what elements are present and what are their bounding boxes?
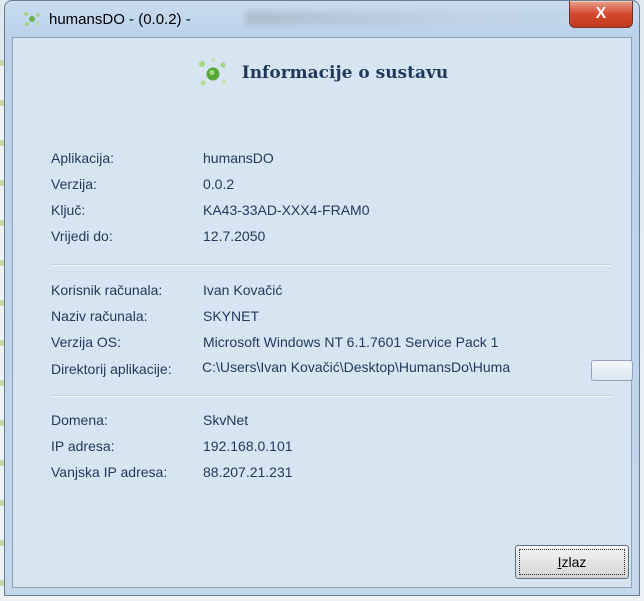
info-value: SkvNet bbox=[203, 412, 249, 428]
dialog-content: Informacije o sustavu Aplikacija: humans… bbox=[12, 37, 633, 588]
window-title: humansDO - (0.0.2) - bbox=[49, 10, 191, 28]
atom-icon bbox=[198, 58, 226, 86]
info-label: Direktorij aplikacije: bbox=[51, 361, 172, 377]
info-value: 192.168.0.101 bbox=[203, 438, 293, 454]
app-directory-field[interactable]: C:\Users\Ivan Kovačić\Desktop\HumansDo\H… bbox=[202, 359, 612, 380]
about-dialog: humansDO - (0.0.2) - X Informacije o sus… bbox=[4, 0, 640, 596]
close-icon: X bbox=[595, 5, 607, 22]
atom-icon bbox=[24, 12, 40, 26]
exit-button[interactable]: Izlaz bbox=[515, 545, 629, 579]
info-value: KA43-33AD-XXX4-FRAM0 bbox=[203, 202, 370, 218]
info-value: SKYNET bbox=[203, 308, 260, 324]
info-label: Verzija OS: bbox=[51, 334, 122, 350]
title-bar[interactable]: humansDO - (0.0.2) - X bbox=[5, 1, 639, 37]
info-row-app-directory: Direktorij aplikacije: C:\Users\Ivan Kov… bbox=[51, 359, 633, 383]
info-label: Aplikacija: bbox=[51, 150, 115, 166]
info-value: Ivan Kovačić bbox=[203, 282, 283, 298]
info-label: Naziv računala: bbox=[51, 308, 148, 324]
info-label: Ključ: bbox=[51, 202, 86, 218]
focus-rectangle bbox=[519, 549, 625, 575]
info-value: 88.207.21.231 bbox=[203, 464, 293, 480]
info-label: Verzija: bbox=[51, 176, 97, 192]
info-label: Vanjska IP adresa: bbox=[51, 464, 168, 480]
open-directory-button[interactable] bbox=[591, 360, 633, 381]
section-divider bbox=[51, 395, 611, 397]
title-blur bbox=[245, 11, 625, 25]
info-value: 0.0.2 bbox=[203, 176, 235, 192]
info-label: Vrijedi do: bbox=[51, 228, 113, 244]
info-value: humansDO bbox=[203, 150, 274, 166]
close-button[interactable]: X bbox=[569, 1, 633, 28]
dialog-title: Informacije o sustavu bbox=[241, 63, 449, 83]
info-label: Korisnik računala: bbox=[51, 282, 163, 298]
dialog-header: Informacije o sustavu bbox=[13, 56, 631, 90]
info-value: 12.7.2050 bbox=[203, 228, 266, 244]
info-value: Microsoft Windows NT 6.1.7601 Service Pa… bbox=[203, 334, 499, 350]
info-label: Domena: bbox=[51, 412, 108, 428]
info-label: IP adresa: bbox=[51, 438, 115, 454]
app-directory-path: C:\Users\Ivan Kovačić\Desktop\HumansDo\H… bbox=[202, 359, 511, 375]
section-divider bbox=[51, 264, 611, 266]
